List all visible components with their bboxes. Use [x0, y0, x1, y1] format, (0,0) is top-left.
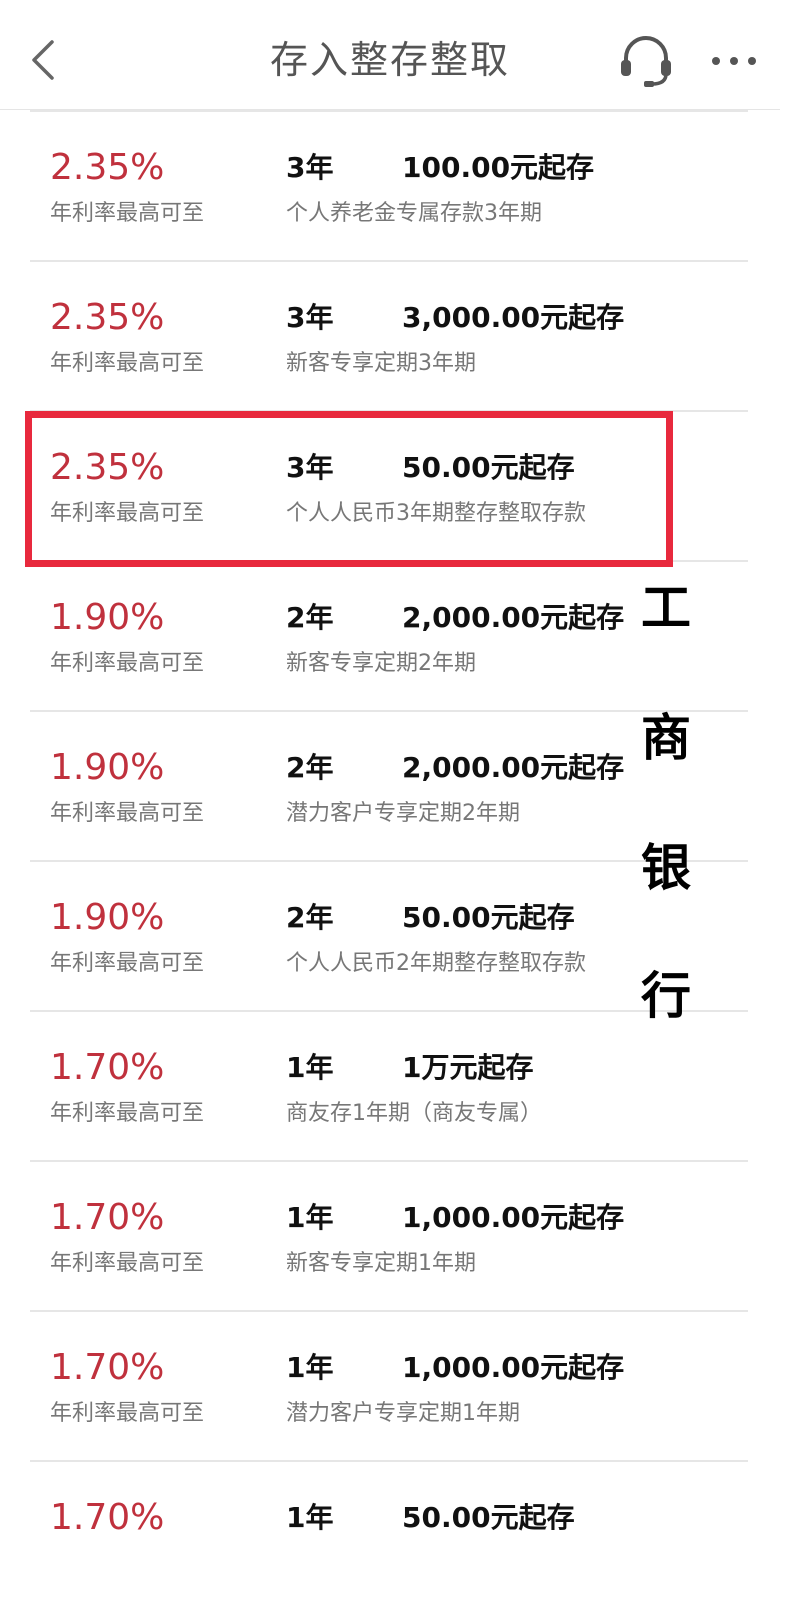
more-button[interactable]	[706, 38, 762, 84]
rate-label: 年利率最高可至	[50, 951, 205, 976]
term-value: 1年	[286, 1351, 334, 1384]
term-value: 3年	[286, 301, 334, 334]
rate-value: 1.70%	[50, 1197, 165, 1238]
rate-value: 1.90%	[50, 897, 165, 938]
product-item[interactable]: 1.70% 年利率最高可至 1年 1万元起存 商友存1年期（商友专属）	[30, 1010, 748, 1160]
product-name: 潜力客户专享定期2年期	[286, 801, 520, 826]
rate-value: 1.90%	[50, 747, 165, 788]
product-item[interactable]: 2.35% 年利率最高可至 3年 50.00元起存 个人人民币3年期整存整取存款	[30, 410, 748, 560]
min-deposit: 1万元起存	[402, 1051, 534, 1084]
watermark-char: 银	[641, 839, 691, 897]
product-item[interactable]: 1.70% 1年 50.00元起存	[30, 1460, 748, 1610]
product-item[interactable]: 2.35% 年利率最高可至 3年 3,000.00元起存 新客专享定期3年期	[30, 260, 748, 410]
rate-label: 年利率最高可至	[50, 1401, 205, 1426]
min-deposit: 100.00元起存	[402, 151, 595, 184]
watermark-char: 工	[641, 579, 691, 637]
rate-value: 2.35%	[50, 297, 165, 338]
rate-value: 1.70%	[50, 1047, 165, 1088]
customer-service-button[interactable]	[616, 32, 676, 90]
min-deposit: 50.00元起存	[402, 451, 575, 484]
rate-value: 1.70%	[50, 1347, 165, 1388]
term-value: 2年	[286, 901, 334, 934]
rate-label: 年利率最高可至	[50, 801, 205, 826]
product-name: 新客专享定期2年期	[286, 651, 476, 676]
min-deposit: 50.00元起存	[402, 1501, 575, 1534]
app-header: 存入整存整取	[0, 0, 780, 110]
product-item[interactable]: 2.35% 年利率最高可至 3年 100.00元起存 个人养老金专属存款3年期	[30, 110, 748, 260]
rate-label: 年利率最高可至	[50, 351, 205, 376]
term-value: 3年	[286, 451, 334, 484]
product-name: 潜力客户专享定期1年期	[286, 1401, 520, 1426]
rate-label: 年利率最高可至	[50, 501, 205, 526]
product-name: 个人人民币3年期整存整取存款	[286, 501, 586, 526]
term-value: 3年	[286, 151, 334, 184]
min-deposit: 1,000.00元起存	[402, 1351, 625, 1384]
rate-label: 年利率最高可至	[50, 1101, 205, 1126]
product-item[interactable]: 1.70% 年利率最高可至 1年 1,000.00元起存 新客专享定期1年期	[30, 1160, 748, 1310]
product-name: 新客专享定期3年期	[286, 351, 476, 376]
headset-icon	[621, 36, 671, 87]
product-name: 商友存1年期（商友专属）	[286, 1101, 542, 1126]
rate-value: 1.90%	[50, 597, 165, 638]
rate-value: 1.70%	[50, 1497, 165, 1538]
min-deposit: 2,000.00元起存	[402, 751, 625, 784]
min-deposit: 3,000.00元起存	[402, 301, 625, 334]
product-name: 新客专享定期1年期	[286, 1251, 476, 1276]
product-item[interactable]: 1.70% 年利率最高可至 1年 1,000.00元起存 潜力客户专享定期1年期	[30, 1310, 748, 1460]
term-value: 1年	[286, 1051, 334, 1084]
watermark-char: 行	[641, 967, 691, 1025]
product-name: 个人养老金专属存款3年期	[286, 201, 542, 226]
term-value: 1年	[286, 1201, 334, 1234]
term-value: 2年	[286, 601, 334, 634]
rate-value: 2.35%	[50, 447, 165, 488]
rate-label: 年利率最高可至	[50, 201, 205, 226]
rate-label: 年利率最高可至	[50, 1251, 205, 1276]
rate-label: 年利率最高可至	[50, 651, 205, 676]
more-dots-icon	[712, 57, 756, 65]
min-deposit: 1,000.00元起存	[402, 1201, 625, 1234]
watermark-char: 商	[641, 709, 691, 767]
term-value: 1年	[286, 1501, 334, 1534]
product-name: 个人人民币2年期整存整取存款	[286, 951, 586, 976]
term-value: 2年	[286, 751, 334, 784]
min-deposit: 2,000.00元起存	[402, 601, 625, 634]
min-deposit: 50.00元起存	[402, 901, 575, 934]
rate-value: 2.35%	[50, 147, 165, 188]
